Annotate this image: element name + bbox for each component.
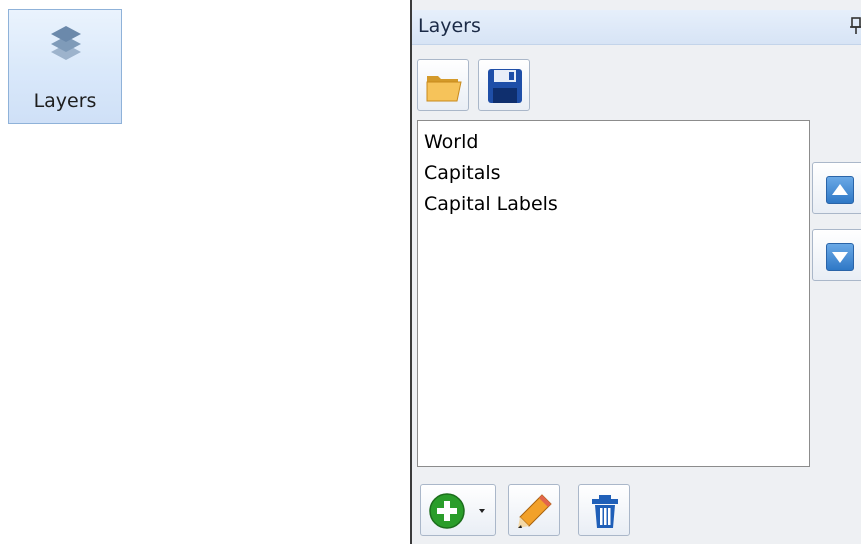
- add-layer-button[interactable]: [420, 484, 496, 536]
- list-item[interactable]: World: [424, 127, 809, 158]
- trash-icon: [592, 495, 618, 528]
- arrow-down-icon: [832, 252, 848, 263]
- chevron-down-icon[interactable]: [477, 507, 487, 515]
- delete-layer-button[interactable]: [578, 484, 630, 536]
- layers-ribbon-label: Layers: [33, 90, 97, 112]
- move-up-button[interactable]: [812, 162, 861, 214]
- layer-list[interactable]: World Capitals Capital Labels: [417, 120, 810, 467]
- folder-icon: [426, 76, 462, 102]
- pin-icon[interactable]: [849, 16, 861, 36]
- move-down-button[interactable]: [812, 229, 861, 281]
- save-button[interactable]: [478, 59, 530, 111]
- layers-panel: Layers World Capitals Capital Labels: [410, 0, 861, 544]
- plus-circle-icon: [429, 493, 465, 529]
- arrow-up-icon: [832, 184, 848, 195]
- pencil-icon: [518, 494, 552, 528]
- list-item[interactable]: Capitals: [424, 158, 809, 189]
- layers-icon: [51, 26, 81, 60]
- panel-title: Layers: [418, 15, 481, 37]
- edit-layer-button[interactable]: [508, 484, 560, 536]
- panel-header: Layers: [412, 10, 861, 45]
- layers-ribbon-button[interactable]: Layers: [8, 9, 122, 124]
- open-folder-button[interactable]: [417, 59, 469, 111]
- floppy-disk-icon: [488, 69, 522, 103]
- list-item[interactable]: Capital Labels: [424, 189, 809, 220]
